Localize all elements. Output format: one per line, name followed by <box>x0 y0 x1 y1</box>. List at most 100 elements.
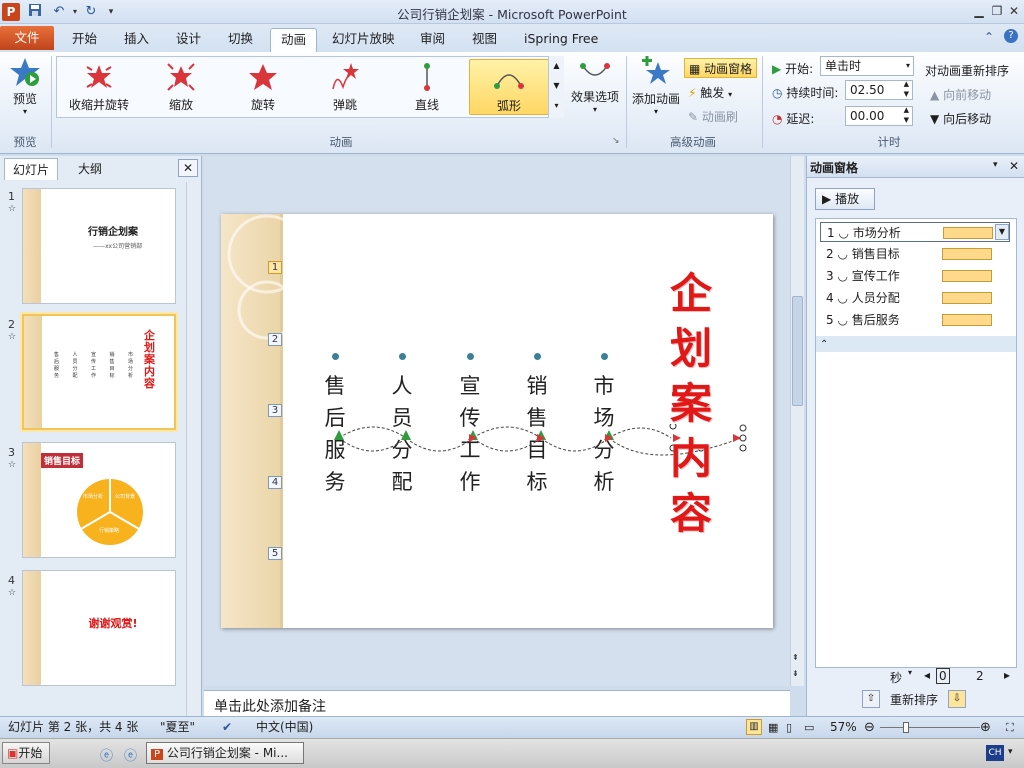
play-icon: ▶ <box>822 192 832 206</box>
start-button[interactable]: ▣开始 <box>2 742 50 764</box>
move-earlier-button[interactable]: ▲ 向前移动 <box>930 86 991 103</box>
trigger-button[interactable]: ⚡ 触发 ▾ <box>688 84 732 101</box>
collapse-ribbon-icon[interactable]: ⌃ <box>984 30 994 44</box>
close-icon[interactable]: ✕ <box>1005 2 1023 20</box>
tab-home[interactable]: 开始 <box>62 28 107 52</box>
timeline-zero: 0 <box>936 668 950 684</box>
browser-icon[interactable]: ⓔ <box>124 745 137 764</box>
slide-title[interactable]: 企划案内容 <box>661 266 721 541</box>
tab-view[interactable]: 视图 <box>462 28 507 52</box>
animation-item-label: 市场分析 <box>852 226 901 240</box>
preview-button[interactable]: 预览 ▾ <box>4 56 46 116</box>
tab-insert[interactable]: 插入 <box>114 28 159 52</box>
dialog-launcher-icon[interactable]: ↘ <box>612 136 620 146</box>
minimize-icon[interactable]: ▁ <box>970 2 988 20</box>
animation-marker[interactable]: 5 <box>268 547 282 560</box>
slide-thumbnail-3[interactable]: 销售目标 市场分析 公司背景 行销策略 <box>22 442 176 558</box>
play-button[interactable]: ▶ 播放 <box>815 188 875 210</box>
thumb-pie-label: 市场分析 <box>83 494 104 500</box>
animation-marker[interactable]: 1 <box>268 261 282 274</box>
animation-item-1[interactable]: 1 ◡ 市场分析 ▼ <box>820 222 1010 242</box>
timeline-next-icon[interactable]: ▸ <box>1004 668 1010 682</box>
close-pane-icon[interactable]: ✕ <box>1009 159 1019 173</box>
collapse-row[interactable]: ⌃ <box>816 336 1016 352</box>
zoom-out-icon[interactable]: ⊖ <box>864 717 875 738</box>
seconds-dropdown-icon[interactable]: ▾ <box>908 668 912 677</box>
slide-thumbnail-1[interactable]: 行销企划案 ——xx公司营销部 <box>22 188 176 304</box>
add-animation-button[interactable]: 添加动画 ▾ <box>630 56 682 116</box>
timeline-prev-icon[interactable]: ◂ <box>924 668 930 682</box>
next-slide-icon: ⇟ <box>792 669 799 678</box>
gallery-scroll[interactable]: ▲ ▼ ▾ <box>548 56 564 118</box>
animation-item-label: 宣传工作 <box>851 269 900 283</box>
item-dropdown-icon[interactable]: ▼ <box>995 224 1009 240</box>
fit-window-icon[interactable]: ⛶ <box>1006 717 1014 738</box>
slide-canvas[interactable]: 1 2 3 4 5 售后服务 人员分配 宣传工作 销售目标 市场分析 企划案内容 <box>221 214 773 628</box>
zoom-in-icon[interactable]: ⊕ <box>980 717 991 738</box>
start-select[interactable]: 单击时 ▾ <box>820 56 914 76</box>
tab-design[interactable]: 设计 <box>166 28 211 52</box>
restore-icon[interactable]: ❐ <box>988 2 1006 20</box>
slide-thumbnail-4[interactable]: 谢谢观赏! <box>22 570 176 686</box>
pane-menu-icon[interactable]: ▾ <box>993 160 998 170</box>
slides-scrollbar[interactable] <box>186 182 200 716</box>
reading-view-icon[interactable]: ▯ <box>786 717 792 738</box>
tab-file[interactable]: 文件 <box>0 26 54 50</box>
tab-review[interactable]: 审阅 <box>410 28 455 52</box>
anim-bounce[interactable]: 弹跳 <box>305 59 385 115</box>
arrow-down-icon: ▼ <box>930 112 940 126</box>
animation-pane-button[interactable]: ▦ 动画窗格 <box>684 58 758 78</box>
tab-animations[interactable]: 动画 <box>270 28 318 52</box>
zoom-slider[interactable] <box>880 727 980 728</box>
close-panel-icon[interactable]: ✕ <box>178 159 198 177</box>
move-later-button[interactable]: ▼ 向后移动 <box>930 110 991 127</box>
tab-transitions[interactable]: 切换 <box>218 28 263 52</box>
animation-item-5[interactable]: 5 ◡ 售后服务 <box>820 310 1010 330</box>
theme-name[interactable]: "夏至" <box>160 717 195 738</box>
ime-indicator[interactable]: CH <box>986 745 1004 761</box>
tab-ispring[interactable]: iSpring Free <box>514 28 608 52</box>
help-icon[interactable]: ? <box>1004 29 1018 43</box>
tab-slides[interactable]: 幻灯片 <box>4 158 59 180</box>
animation-item-2[interactable]: 2 ◡ 销售目标 <box>820 244 1010 264</box>
reorder-down-icon[interactable]: ⇩ <box>948 690 966 708</box>
notes-placeholder[interactable]: 单击此处添加备注 <box>204 690 790 716</box>
slide-sorter-icon[interactable]: ▦ <box>768 717 778 738</box>
anim-spin[interactable]: 旋转 <box>223 59 303 115</box>
zoom-slider-thumb[interactable] <box>903 722 909 733</box>
anim-shrink-turn[interactable]: 收缩并旋转 <box>59 59 139 115</box>
animation-item-4[interactable]: 4 ◡ 人员分配 <box>820 288 1010 308</box>
language[interactable]: 中文(中国) <box>256 717 313 738</box>
duration-input[interactable]: 02.50 ▲ ▼ <box>845 80 913 100</box>
zoom-level[interactable]: 57% <box>830 717 857 738</box>
slide-thumbnail-2[interactable]: 企划案内容 售后服务 人员分配 宣传工作 销售目标 市场分析 <box>22 314 176 430</box>
spellcheck-icon[interactable]: ✔ <box>222 717 232 738</box>
taskbar-powerpoint-item[interactable]: P 公司行销企划案 - Mi... <box>146 742 304 764</box>
animation-item-3[interactable]: 3 ◡ 宣传工作 <box>820 266 1010 286</box>
editor-scrollbar[interactable]: ⇞ ⇟ <box>790 156 804 686</box>
bullet-dot <box>601 353 608 360</box>
title-bar: P ↶ ▾ ↻ ▾ 公司行销企划案 - Microsoft PowerPoint… <box>0 0 1024 24</box>
anim-line[interactable]: 直线 <box>387 59 467 115</box>
tab-outline[interactable]: 大纲 <box>70 158 110 180</box>
reorder-up-icon[interactable]: ⇧ <box>862 690 880 708</box>
animation-marker[interactable]: 3 <box>268 404 282 417</box>
slideshow-icon[interactable]: ▭ <box>804 717 814 738</box>
anim-zoom[interactable]: 缩放 <box>141 59 221 115</box>
slides-panel: 幻灯片 大纲 ✕ 1 ☆ 行销企划案 ——xx公司营销部 2 ☆ 企划案内容 售… <box>0 156 202 716</box>
animation-painter-button[interactable]: ✎ 动画刷 <box>688 108 738 125</box>
arc-mini-icon: ◡ <box>837 247 848 261</box>
ie-icon[interactable]: ⓔ <box>100 745 113 764</box>
delay-input[interactable]: 00.00 ▲ ▼ <box>845 106 913 126</box>
effect-options-button[interactable]: 效果选项 ▾ <box>568 58 622 114</box>
delay-value: 00.00 <box>850 109 885 123</box>
arc-mini-icon: ◡ <box>837 269 848 283</box>
animation-marker[interactable]: 4 <box>268 476 282 489</box>
ime-menu-icon[interactable]: ▾ <box>1008 747 1013 757</box>
shrink-turn-icon <box>86 65 112 88</box>
animation-marker[interactable]: 2 <box>268 333 282 346</box>
anim-arc[interactable]: 弧形 <box>469 59 549 115</box>
start-label: ▶ 开始: <box>772 62 814 76</box>
normal-view-icon[interactable]: ▥ <box>746 719 762 735</box>
tab-slideshow[interactable]: 幻灯片放映 <box>322 28 405 52</box>
